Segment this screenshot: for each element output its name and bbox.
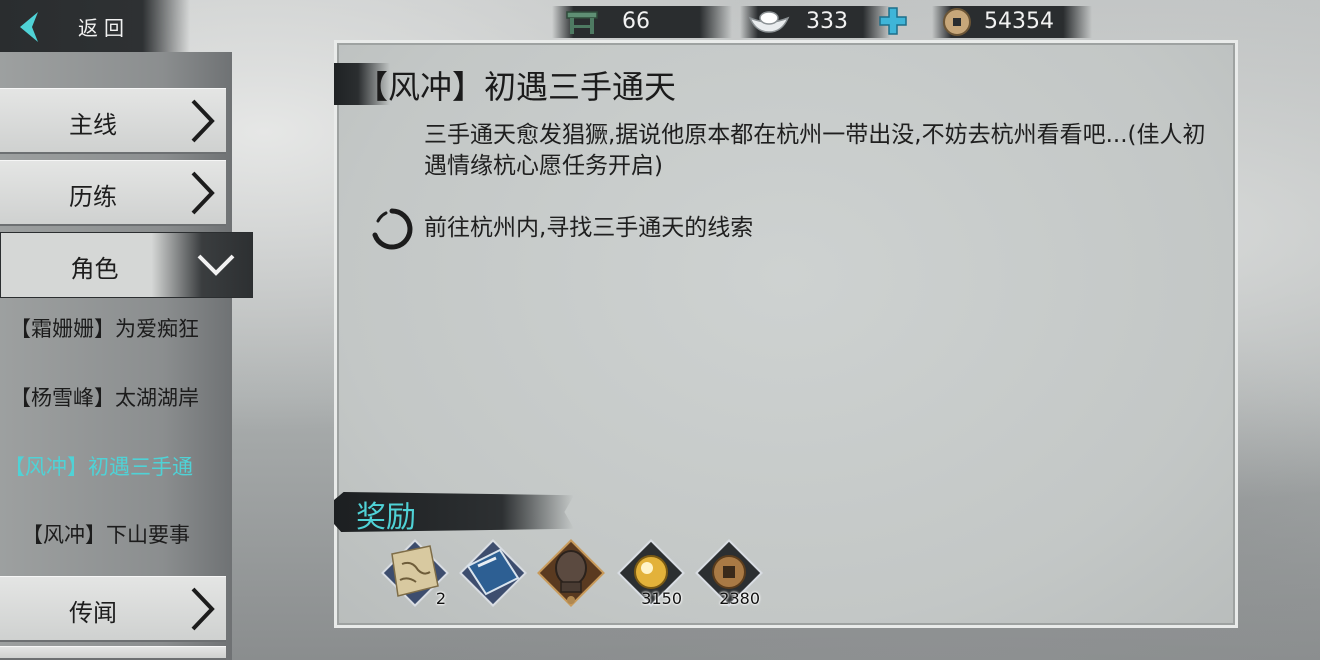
quest-list-item-selected[interactable]: 【风冲】初遇三手通 [4, 442, 232, 492]
back-label: 返回 [78, 16, 130, 40]
reward-count: 2380 [719, 589, 760, 608]
chevron-right-icon [191, 587, 215, 631]
quest-description: 三手通天愈发猖獗,据说他原本都在杭州一带出没,不妨去杭州看看吧...(佳人初遇情… [424, 122, 1206, 179]
copper-coin-icon [943, 8, 971, 36]
nav-label: 传闻 [69, 599, 117, 627]
back-button[interactable]: 返回 [0, 0, 190, 52]
nav-label: 主线 [69, 111, 117, 139]
nav-main-story[interactable]: 主线 [0, 88, 226, 154]
reward-item-armor[interactable] [534, 536, 608, 610]
reward-item-map-scroll[interactable]: 2 [378, 536, 452, 610]
nav-character[interactable]: 角色 [0, 232, 253, 298]
nav-training[interactable]: 历练 [0, 160, 226, 226]
stamina-counter: 66 [552, 6, 732, 38]
silver-counter: 333 [740, 6, 890, 38]
stamina-value: 66 [622, 9, 650, 34]
armor-icon [537, 539, 605, 607]
reward-item-experience[interactable]: 3150 [614, 536, 688, 610]
quest-title: 【风冲】初遇三手通天 [356, 68, 677, 106]
in-progress-ring-icon [372, 208, 413, 250]
coin-value: 54354 [984, 9, 1054, 34]
nav-next-partial[interactable] [0, 646, 226, 660]
nav-rumors[interactable]: 传闻 [0, 576, 226, 642]
bench-icon [566, 11, 598, 34]
quest-objective: 前往杭州内,寻找三手通天的线索 [424, 215, 754, 241]
chevron-right-icon [191, 171, 215, 215]
quest-list-item[interactable]: 【霜姗姗】为爱痴狂 [10, 304, 238, 354]
chevron-right-icon [191, 99, 215, 143]
chevron-down-icon [197, 254, 235, 276]
quest-list-item[interactable]: 【杨雪峰】太湖湖岸 [10, 373, 238, 423]
quest-list-item[interactable]: 【风冲】下山要事 [22, 510, 250, 560]
silver-ingot-icon [748, 11, 790, 33]
nav-label: 历练 [69, 183, 117, 211]
reward-count: 3150 [641, 589, 682, 608]
book-icon [459, 539, 527, 607]
plus-icon[interactable] [878, 6, 908, 36]
reward-count: 2 [435, 589, 446, 608]
reward-item-copper-coin[interactable]: 2380 [692, 536, 766, 610]
nav-label: 角色 [70, 255, 119, 283]
coin-counter: 54354 [932, 6, 1092, 38]
reward-item-book[interactable] [456, 536, 530, 610]
back-arrow-icon [20, 12, 38, 42]
reward-heading: 奖励 [356, 500, 416, 535]
silver-value: 333 [806, 9, 848, 34]
